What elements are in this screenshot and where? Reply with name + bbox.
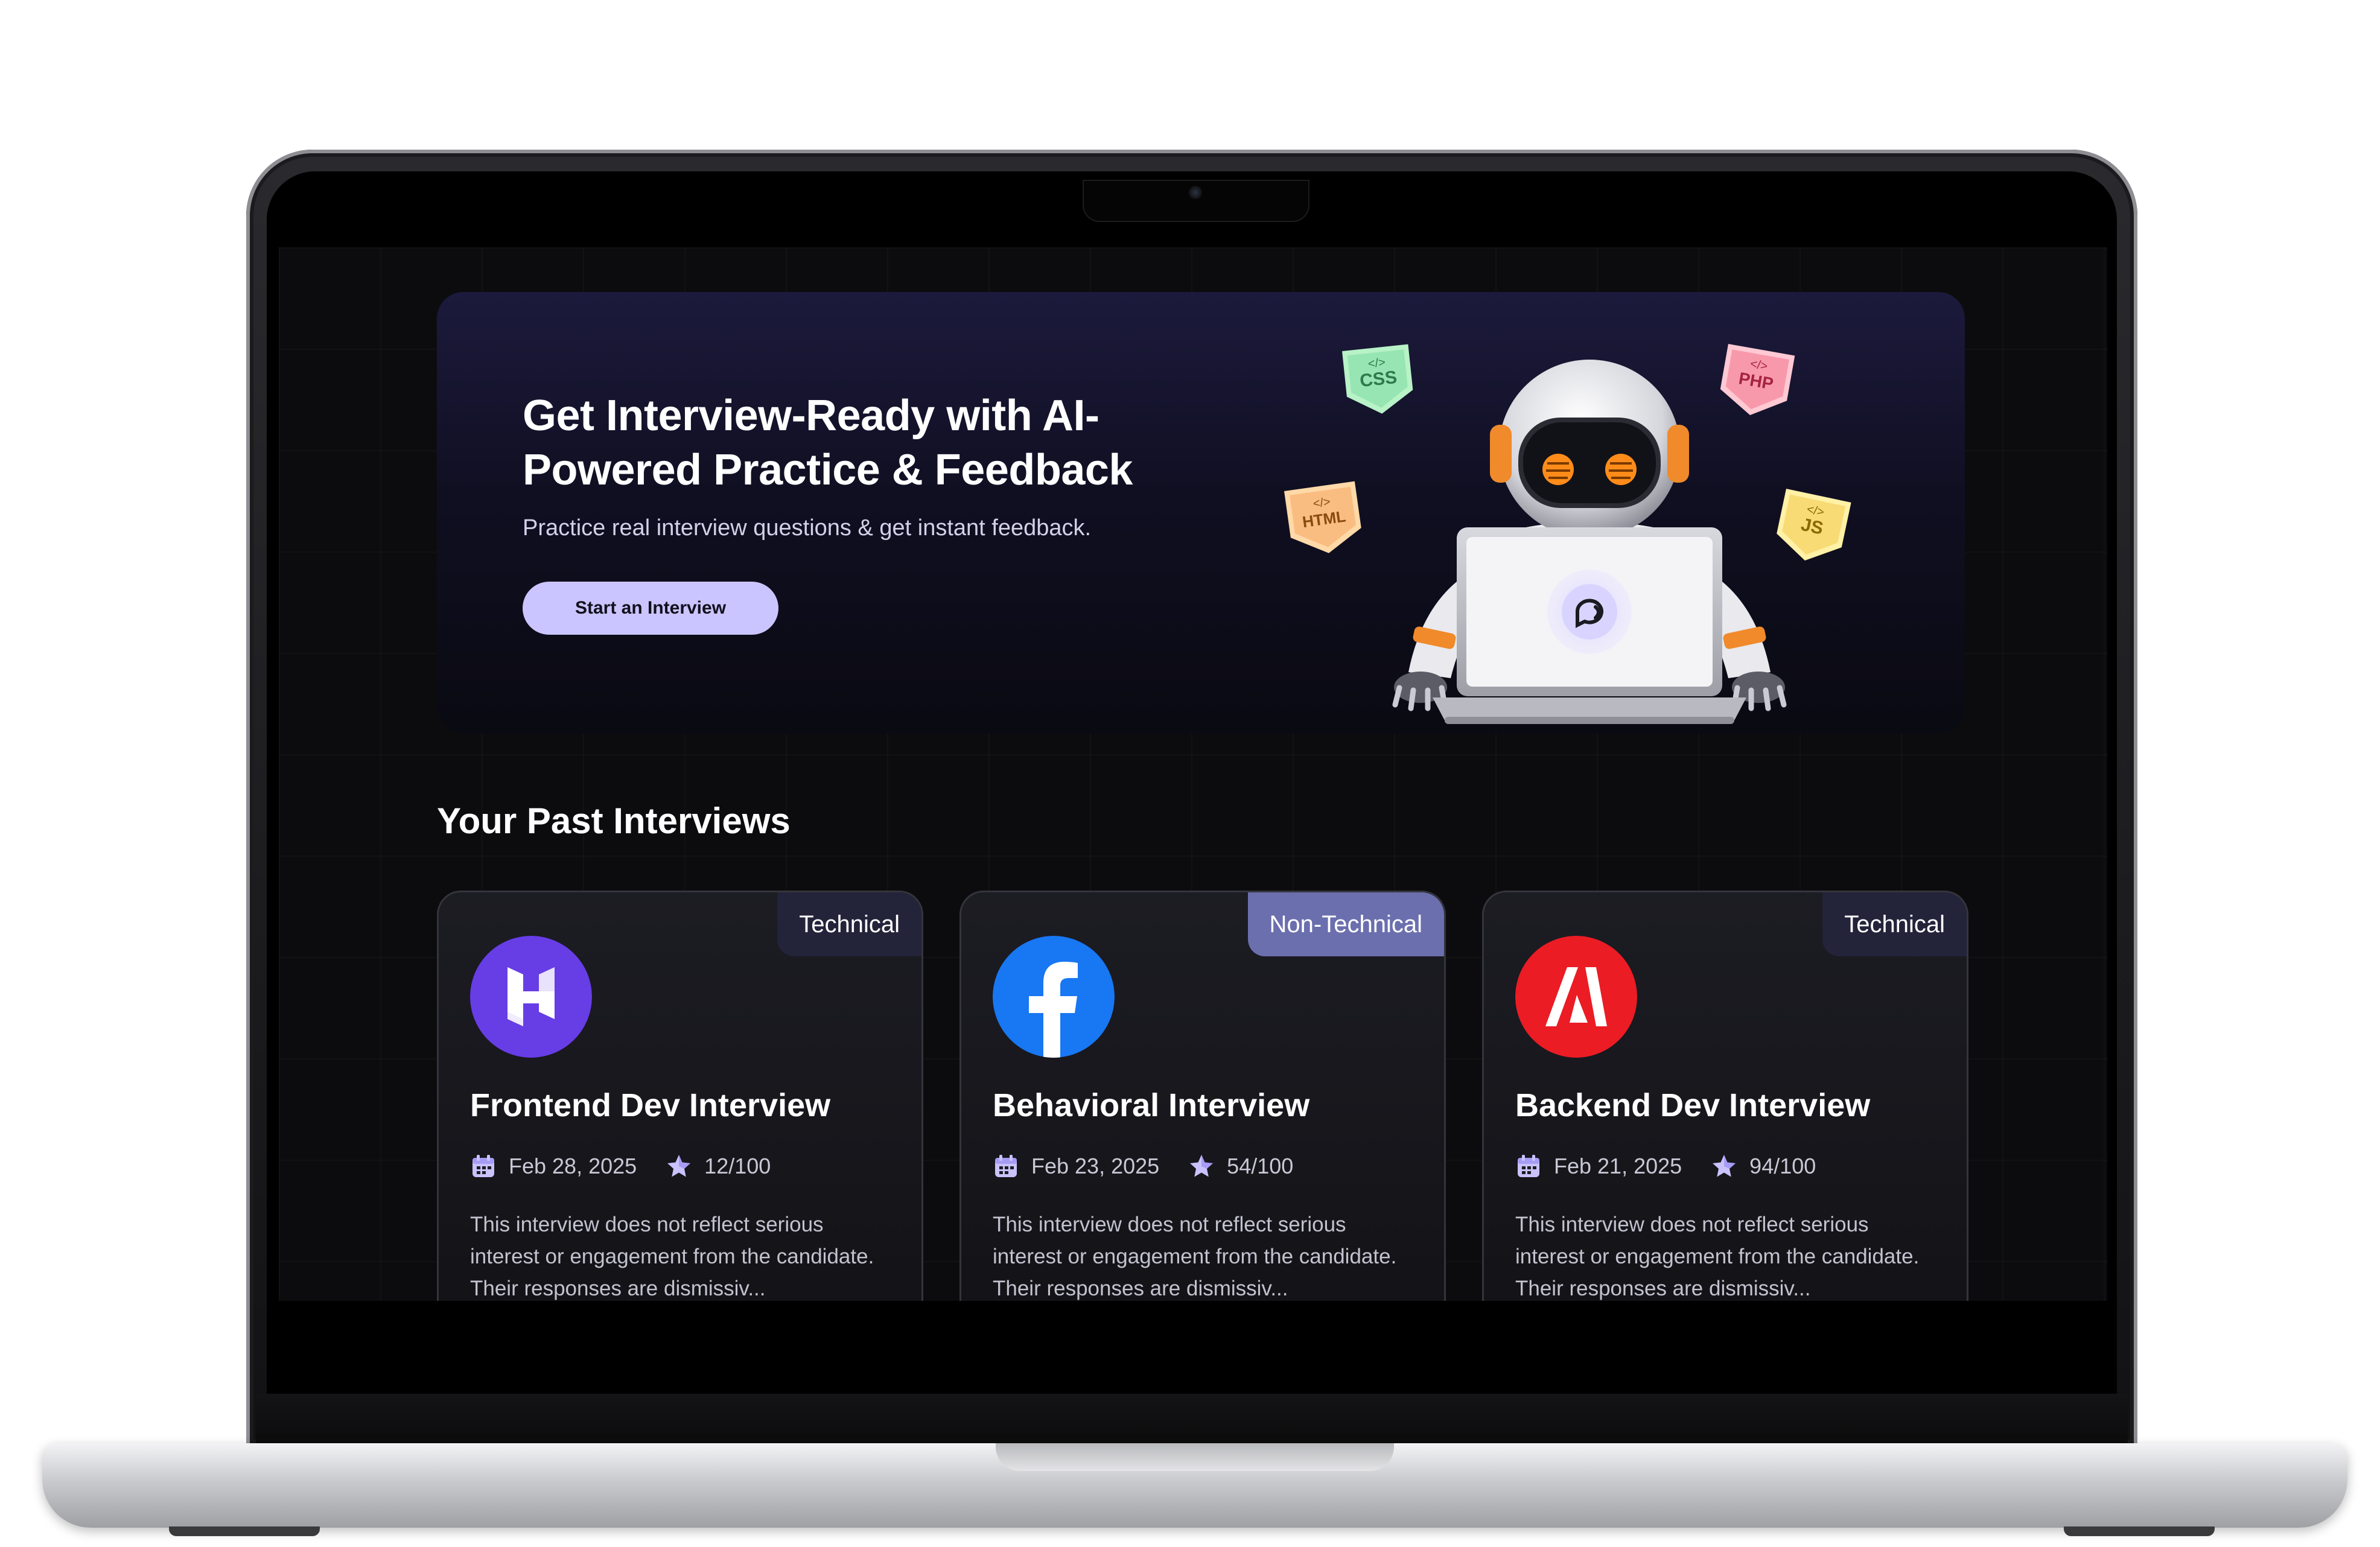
interview-card[interactable]: Non-Technical Behavioral Interview Feb 2… — [959, 891, 1446, 1301]
svg-text:CSS: CSS — [1359, 367, 1398, 391]
interview-description: This interview does not reflect serious … — [993, 1213, 1397, 1300]
svg-text:</>: </> — [1367, 356, 1386, 371]
interview-type-badge: Non-Technical — [1247, 892, 1444, 956]
interview-date: Feb 23, 2025 — [1031, 1154, 1160, 1178]
calendar-icon — [995, 1155, 1017, 1177]
past-interviews-list: Technical Frontend Dev Interview Feb 28,… — [437, 891, 1970, 1301]
interview-meta: Feb 23, 2025 54/100 — [993, 1153, 1293, 1180]
hero-title: Get Interview-Ready with AI-Powered Prac… — [523, 392, 1133, 494]
adobe-logo-icon — [1515, 936, 1637, 1058]
robot-illustration: CSS </> PHP </> HTML </> JS </> — [1284, 344, 1851, 724]
interview-type-badge: Technical — [777, 892, 921, 956]
interview-score: 94/100 — [1749, 1154, 1816, 1178]
app-screen: Get Interview-Ready with AI-Powered Prac… — [279, 247, 2107, 1301]
star-icon — [1713, 1155, 1736, 1177]
star-icon — [667, 1155, 691, 1177]
interview-date: Feb 28, 2025 — [509, 1154, 637, 1178]
past-interviews-title: Your Past Interviews — [437, 801, 791, 841]
hero-subtitle: Practice real interview questions & get … — [523, 515, 1092, 541]
calendar-icon — [1518, 1155, 1539, 1177]
interview-card[interactable]: Technical Backend Dev Interview Feb 21, … — [1482, 891, 1968, 1301]
interview-meta: Feb 21, 2025 94/100 — [1515, 1153, 1816, 1180]
interview-card[interactable]: Technical Frontend Dev Interview Feb 28,… — [437, 891, 923, 1301]
start-interview-button[interactable]: Start an Interview — [523, 582, 778, 635]
interview-score: 12/100 — [704, 1154, 771, 1178]
star-icon — [1190, 1155, 1214, 1177]
hostinger-logo-icon — [470, 936, 592, 1058]
facebook-logo-icon — [993, 936, 1115, 1058]
interview-title: Frontend Dev Interview — [470, 1087, 831, 1123]
laptop-base-notch — [996, 1443, 1394, 1471]
interview-type-badge: Technical — [1822, 892, 1967, 956]
hero-banner: Get Interview-Ready with AI-Powered Prac… — [437, 292, 1965, 734]
interview-description: This interview does not reflect serious … — [1515, 1213, 1920, 1300]
interview-description: This interview does not reflect serious … — [470, 1213, 874, 1300]
interview-date: Feb 21, 2025 — [1554, 1154, 1682, 1178]
interview-score: 54/100 — [1227, 1154, 1294, 1178]
calendar-icon — [472, 1155, 494, 1177]
interview-title: Behavioral Interview — [993, 1087, 1310, 1123]
laptop-lid-bottom — [256, 1394, 2128, 1448]
laptop-foot-left — [169, 1526, 320, 1536]
interview-title: Backend Dev Interview — [1515, 1087, 1871, 1123]
camera-icon — [1189, 186, 1202, 199]
laptop-foot-right — [2064, 1526, 2215, 1536]
svg-text:</>: </> — [1312, 495, 1331, 511]
interview-meta: Feb 28, 2025 12/100 — [470, 1153, 771, 1180]
